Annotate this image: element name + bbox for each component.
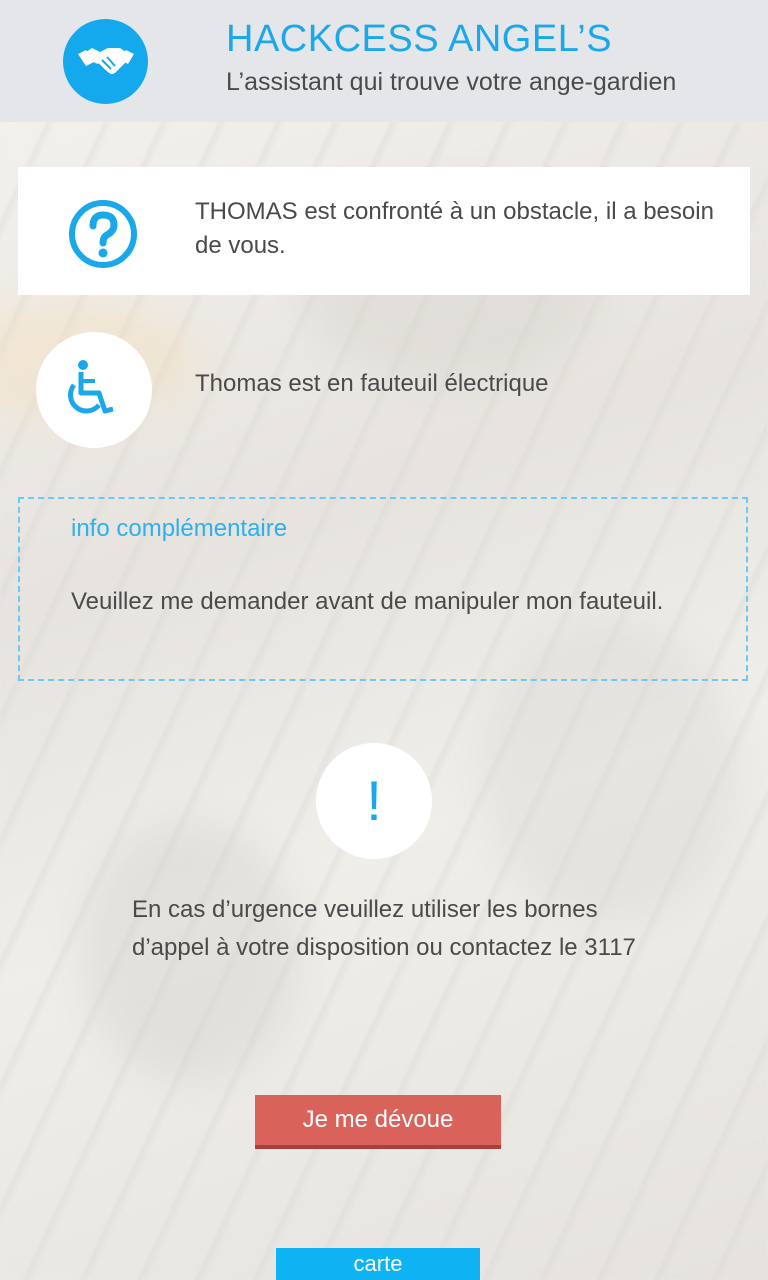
app-header: HACKCESS ANGEL’S L’assistant qui trouve …: [0, 0, 768, 122]
app-subtitle: L’assistant qui trouve votre ange-gardie…: [226, 68, 677, 96]
info-box: info complémentaire Veuillez me demander…: [18, 497, 748, 681]
disability-description: Thomas est en fauteuil électrique: [195, 370, 549, 397]
exclamation-mark: !: [366, 769, 382, 832]
map-button[interactable]: carte: [276, 1248, 480, 1280]
exclamation-icon: !: [316, 743, 432, 859]
app-title: HACKCESS ANGEL’S: [226, 18, 613, 60]
emergency-message: En cas d’urgence veuillez utiliser les b…: [132, 896, 636, 961]
info-label: info complémentaire: [71, 515, 288, 542]
obstacle-card: THOMAS est confronté à un obstacle, il a…: [18, 167, 750, 295]
info-text: Veuillez me demander avant de manipuler …: [71, 588, 664, 615]
obstacle-message: THOMAS est confronté à un obstacle, il a…: [195, 198, 714, 259]
question-mark-icon: [69, 200, 137, 268]
wheelchair-icon: [68, 360, 114, 414]
handshake-icon: [63, 19, 148, 104]
wheelchair-badge: [36, 332, 152, 448]
devote-button[interactable]: Je me dévoue: [255, 1095, 501, 1149]
